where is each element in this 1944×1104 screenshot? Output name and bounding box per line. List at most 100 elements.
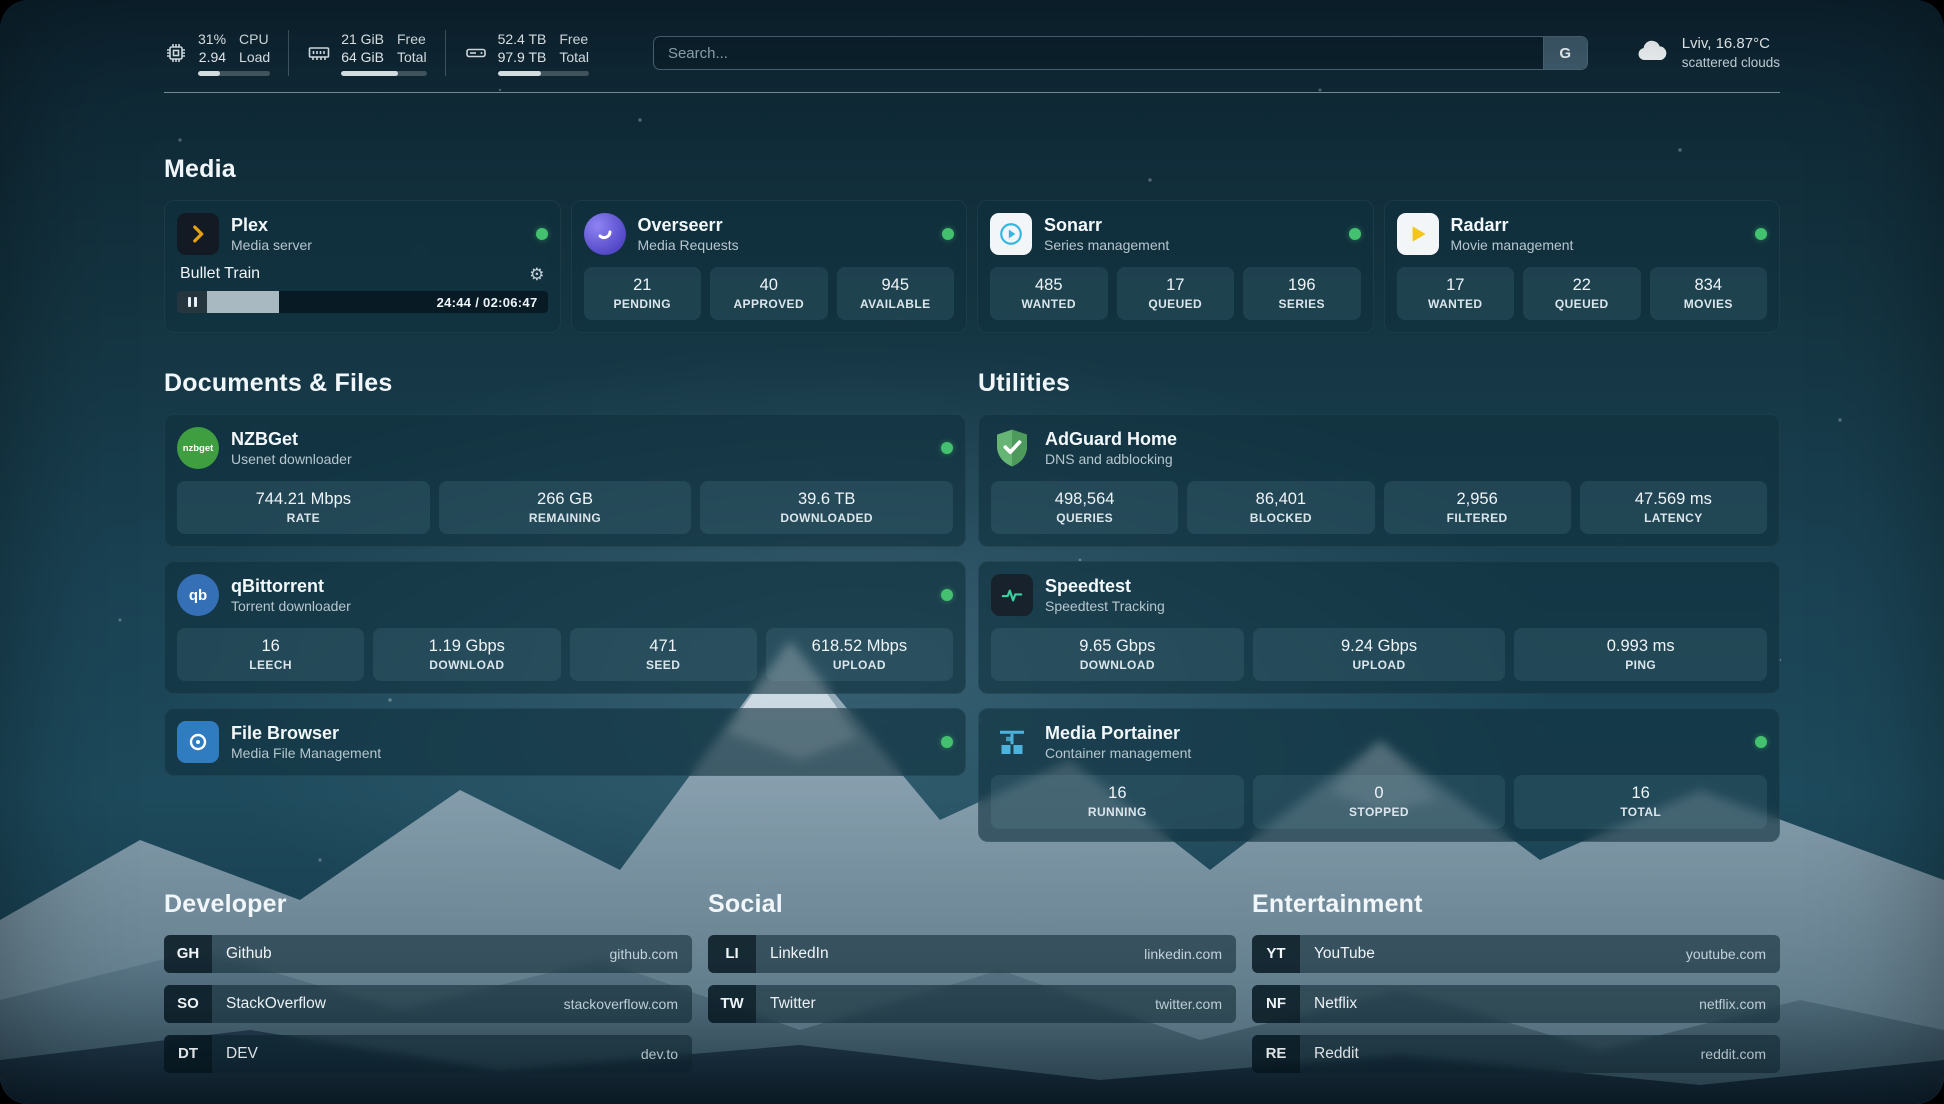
ram-label-2: Total xyxy=(397,48,427,66)
ram-free-value: 21 GiB xyxy=(341,30,384,48)
filebrowser-icon xyxy=(177,721,219,763)
bookmark-abbr: DT xyxy=(164,1035,212,1073)
section-title-entertainment: Entertainment xyxy=(1252,890,1780,919)
section-entertainment: Entertainment YT YouTube youtube.com NF … xyxy=(1252,890,1780,1073)
bookmark-url: dev.to xyxy=(641,1046,692,1062)
plex-progress-bar[interactable]: 24:44 / 02:06:47 xyxy=(177,291,548,313)
speedtest-icon xyxy=(991,574,1033,616)
bookmark-reddit[interactable]: RE Reddit reddit.com xyxy=(1252,1035,1780,1073)
app-name-overseerr: Overseerr xyxy=(638,214,739,237)
stat-tile: 471SEED xyxy=(570,628,757,681)
stat-tile: 196SERIES xyxy=(1243,267,1361,320)
stat-tile: 0.993 msPING xyxy=(1514,628,1767,681)
app-card-radarr[interactable]: Radarr Movie management 17WANTED 22QUEUE… xyxy=(1384,200,1781,333)
stat-tile: 22QUEUED xyxy=(1523,267,1641,320)
qbittorrent-status-dot xyxy=(941,589,953,601)
app-name-qbittorrent: qBittorrent xyxy=(231,575,351,598)
section-title-utilities: Utilities xyxy=(978,369,1780,398)
stat-tile: 16LEECH xyxy=(177,628,364,681)
ram-icon xyxy=(307,41,331,65)
nzbget-icon: nzbget xyxy=(177,427,219,469)
bookmark-abbr: NF xyxy=(1252,985,1300,1023)
disk-free-value: 52.4 TB xyxy=(498,30,547,48)
bookmark-url: youtube.com xyxy=(1686,946,1780,962)
system-widgets: 31% 2.94 CPU Load xyxy=(164,30,607,76)
overseerr-icon xyxy=(584,213,626,255)
stat-tile: 39.6 TBDOWNLOADED xyxy=(700,481,953,534)
bookmark-stackoverflow[interactable]: SO StackOverflow stackoverflow.com xyxy=(164,985,692,1023)
ram-label-1: Free xyxy=(397,30,427,48)
stat-tile: 17QUEUED xyxy=(1117,267,1235,320)
plex-icon xyxy=(177,213,219,255)
bookmark-linkedin[interactable]: LI LinkedIn linkedin.com xyxy=(708,935,1236,973)
weather-location-temp: Lviv, 16.87°C xyxy=(1682,34,1780,54)
bookmark-github[interactable]: GH Github github.com xyxy=(164,935,692,973)
app-name-sonarr: Sonarr xyxy=(1044,214,1169,237)
app-card-plex[interactable]: Plex Media server Bullet Train ⚙ xyxy=(164,200,561,333)
bookmark-abbr: RE xyxy=(1252,1035,1300,1073)
cpu-widget: 31% 2.94 CPU Load xyxy=(164,30,288,76)
app-name-nzbget: NZBGet xyxy=(231,428,352,451)
bookmark-url: github.com xyxy=(610,946,692,962)
stat-tile: 618.52 MbpsUPLOAD xyxy=(766,628,953,681)
app-subtitle-portainer: Container management xyxy=(1045,745,1191,763)
bookmark-abbr: TW xyxy=(708,985,756,1023)
section-media: Media Plex Media server xyxy=(164,155,1780,333)
stat-tile: 0STOPPED xyxy=(1253,775,1506,828)
app-card-sonarr[interactable]: Sonarr Series management 485WANTED 17QUE… xyxy=(977,200,1374,333)
pause-button[interactable] xyxy=(177,291,207,313)
section-title-media: Media xyxy=(164,155,1780,184)
search-input[interactable] xyxy=(654,37,1543,69)
disk-label-1: Free xyxy=(559,30,589,48)
bookmark-twitter[interactable]: TW Twitter twitter.com xyxy=(708,985,1236,1023)
plex-status-dot xyxy=(536,228,548,240)
cpu-percent: 31% xyxy=(198,30,226,48)
app-card-portainer[interactable]: Media Portainer Container management 16R… xyxy=(978,708,1780,841)
gear-icon[interactable]: ⚙ xyxy=(529,266,544,283)
app-card-adguard[interactable]: AdGuard Home DNS and adblocking 498,564Q… xyxy=(978,414,1780,547)
app-subtitle-nzbget: Usenet downloader xyxy=(231,451,352,469)
bookmark-youtube[interactable]: YT YouTube youtube.com xyxy=(1252,935,1780,973)
stat-tile: 16RUNNING xyxy=(991,775,1244,828)
bookmark-name: LinkedIn xyxy=(756,945,829,963)
app-card-speedtest[interactable]: Speedtest Speedtest Tracking 9.65 GbpsDO… xyxy=(978,561,1780,694)
bookmark-abbr: GH xyxy=(164,935,212,973)
app-subtitle-qbittorrent: Torrent downloader xyxy=(231,598,351,616)
app-card-nzbget[interactable]: nzbget NZBGet Usenet downloader 744.21 M… xyxy=(164,414,966,547)
top-bar: 31% 2.94 CPU Load xyxy=(164,0,1780,76)
stat-tile: 9.65 GbpsDOWNLOAD xyxy=(991,628,1244,681)
filebrowser-status-dot xyxy=(941,736,953,748)
stat-tile: 945AVAILABLE xyxy=(837,267,955,320)
app-card-filebrowser[interactable]: File Browser Media File Management xyxy=(164,708,966,776)
app-subtitle-radarr: Movie management xyxy=(1451,237,1574,255)
now-playing-title: Bullet Train xyxy=(180,265,260,283)
app-card-qbittorrent[interactable]: qb qBittorrent Torrent downloader 16LEEC… xyxy=(164,561,966,694)
cpu-label-1: CPU xyxy=(239,30,270,48)
ram-widget: 21 GiB 64 GiB Free Total xyxy=(288,30,444,76)
app-subtitle-speedtest: Speedtest Tracking xyxy=(1045,598,1165,616)
weather-condition: scattered clouds xyxy=(1682,54,1780,72)
bookmark-url: netflix.com xyxy=(1699,996,1780,1012)
app-name-adguard: AdGuard Home xyxy=(1045,428,1177,451)
stat-tile: 16TOTAL xyxy=(1514,775,1767,828)
radarr-icon xyxy=(1397,213,1439,255)
overseerr-status-dot xyxy=(942,228,954,240)
app-subtitle-filebrowser: Media File Management xyxy=(231,745,381,763)
stat-tile: 266 GBREMAINING xyxy=(439,481,692,534)
disk-total-value: 97.9 TB xyxy=(498,48,547,66)
search-bar: G xyxy=(653,36,1588,70)
search-engine-button[interactable]: G xyxy=(1543,37,1587,69)
app-subtitle-adguard: DNS and adblocking xyxy=(1045,451,1177,469)
bookmark-abbr: LI xyxy=(708,935,756,973)
weather-widget: Lviv, 16.87°C scattered clouds xyxy=(1634,33,1780,74)
app-card-overseerr[interactable]: Overseerr Media Requests 21PENDING 40APP… xyxy=(571,200,968,333)
bookmark-dev[interactable]: DT DEV dev.to xyxy=(164,1035,692,1073)
disk-usage-bar xyxy=(498,71,589,76)
cpu-load-value: 2.94 xyxy=(199,48,226,66)
adguard-icon xyxy=(991,427,1033,469)
bookmark-netflix[interactable]: NF Netflix netflix.com xyxy=(1252,985,1780,1023)
app-subtitle-sonarr: Series management xyxy=(1044,237,1169,255)
stat-tile: 17WANTED xyxy=(1397,267,1515,320)
section-developer: Developer GH Github github.com SO StackO… xyxy=(164,890,692,1073)
cpu-label-2: Load xyxy=(239,48,270,66)
